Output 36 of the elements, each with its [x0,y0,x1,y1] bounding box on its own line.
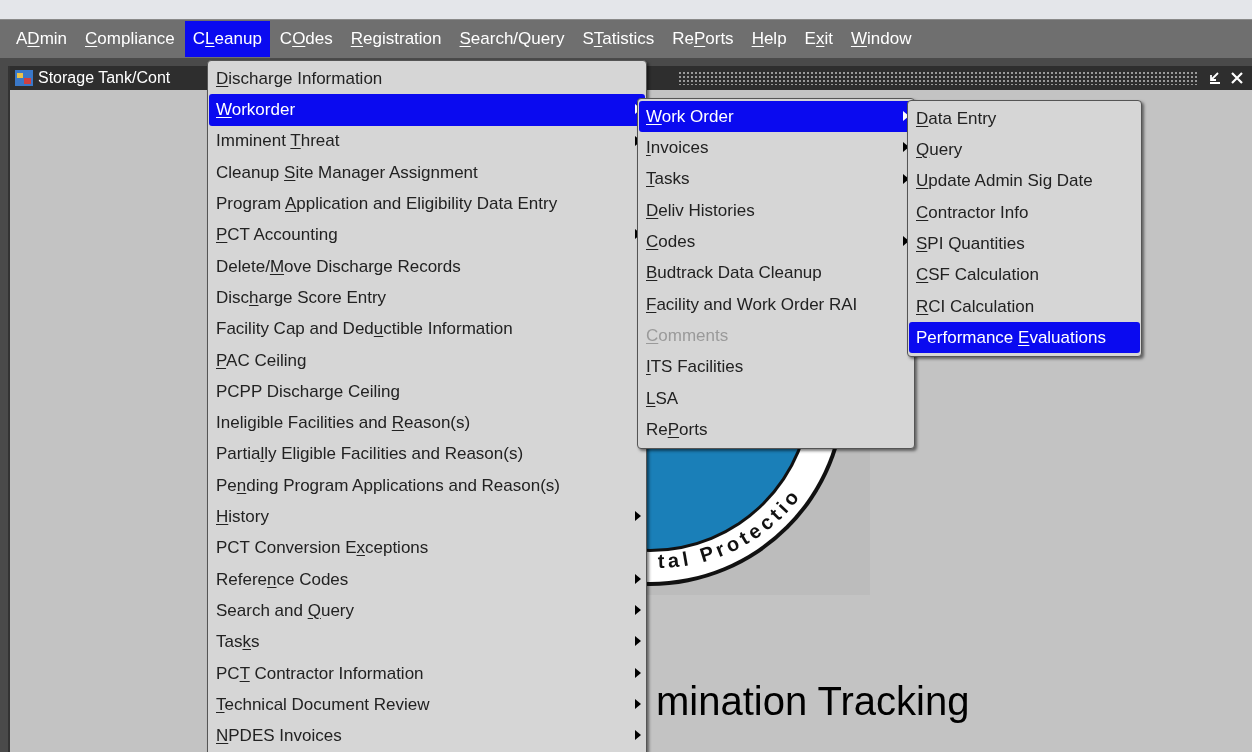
menu-item[interactable]: Query [909,134,1140,166]
menu-item[interactable]: Technical Document Review [209,688,645,721]
menu-bar-item[interactable]: CLeanup [184,21,270,57]
menu-bar-item[interactable]: Help [743,21,795,57]
menu-bar-item[interactable]: STatistics [574,21,663,57]
menu-item[interactable]: Discharge Information [209,63,645,95]
menu-bar-item[interactable]: Search/Query [451,21,573,57]
close-icon[interactable] [1230,71,1244,85]
menu-item[interactable]: PCT Contractor Information [209,657,645,689]
menu-item[interactable]: History [209,501,645,533]
menu-item[interactable]: PCT Conversion Exceptions [209,532,645,564]
app-icon [14,69,34,87]
menu-item[interactable]: Contractor Info [909,196,1140,229]
menu-bar-item[interactable]: Compliance [77,21,183,57]
menu-bar-item[interactable]: Exit [796,21,841,57]
menu-item[interactable]: NPDES Invoices [209,720,645,752]
menu-item[interactable]: Tasks [209,626,645,658]
menu-item[interactable]: LSA [639,382,913,414]
menu-item[interactable]: ITS Facilities [639,351,913,383]
menu-bar-item[interactable]: Registration [342,21,450,57]
page-heading: mination Tracking [656,678,970,725]
menu-item[interactable]: Workorder [209,94,645,126]
menu-item[interactable]: Update Admin Sig Date [909,165,1140,197]
menu-item[interactable]: Performance Evaluations [909,322,1140,354]
menu-item[interactable]: Reference Codes [209,563,645,596]
menu-bar-item[interactable]: ADmin [8,21,76,57]
menu-item[interactable]: SPI Quantities [909,228,1140,260]
menu-bar-item[interactable]: COdes [271,21,341,57]
menu-item[interactable]: CSF Calculation [909,259,1140,291]
menu-item[interactable]: RCI Calculation [909,290,1140,323]
menu-item[interactable]: Pending Program Applications and Reason(s) [209,469,645,502]
minimize-icon[interactable] [1208,71,1222,85]
window-title: Storage Tank/Cont [38,68,171,88]
menu-item[interactable]: Search and Query [209,595,645,627]
menu-bar-item[interactable]: Window [842,21,920,57]
menu-bar-item[interactable]: RePorts [664,21,742,57]
